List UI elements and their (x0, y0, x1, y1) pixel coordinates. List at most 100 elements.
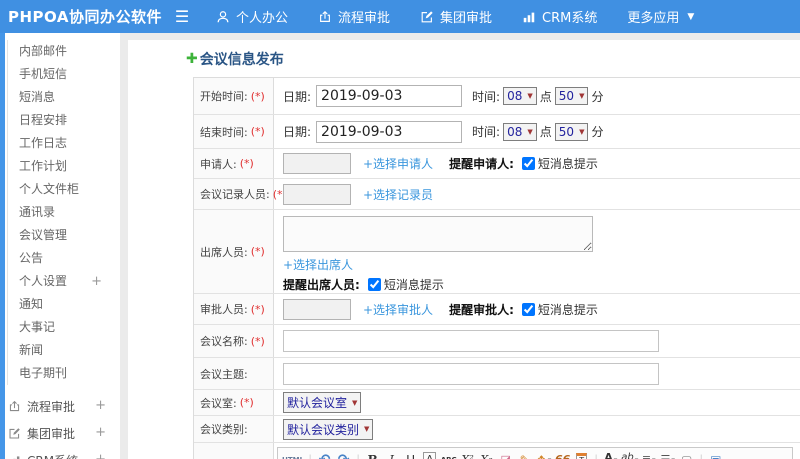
remind-approver-label: 提醒审批人: (449, 302, 514, 317)
strikethrough-icon[interactable]: ABC (440, 451, 457, 459)
form-row-meeting-content: HTML | ↶ ↷ | B I U A ABC X² X₂ ◪ ✎ (194, 443, 800, 459)
meeting-name-input[interactable] (283, 330, 659, 352)
hour-unit: 点 (539, 89, 552, 104)
sidebar-item-e-journal[interactable]: 电子期刊 (8, 362, 120, 385)
unordered-list-icon[interactable]: ☰▾ (659, 451, 676, 459)
nav-item-group-approval[interactable]: 集团审批 (420, 7, 492, 26)
sms-remind-checkbox[interactable] (521, 302, 535, 316)
user-icon (216, 10, 230, 24)
recorder-input[interactable] (283, 183, 351, 205)
sidebar-item-short-message[interactable]: 短消息 (8, 86, 120, 109)
sidebar-item-announcement[interactable]: 公告 (8, 247, 120, 270)
end-hour-select[interactable]: 08 ▼ (503, 122, 537, 141)
sidebar-item-schedule[interactable]: 日程安排 (8, 109, 120, 132)
start-minute-select[interactable]: 50 ▼ (554, 87, 589, 105)
sms-remind-checkbox[interactable] (367, 278, 381, 291)
field-label: 出席人员: (*) (194, 210, 274, 293)
sidebar-item-work-plan[interactable]: 工作计划 (8, 155, 120, 178)
field-label: 会议名称: (*) (194, 325, 274, 357)
expand-plus-icon[interactable]: + (95, 398, 106, 413)
bar-chart-icon (8, 454, 21, 459)
undo-icon[interactable]: ↶ (316, 451, 333, 459)
sidebar-item-notice[interactable]: 通知 (8, 293, 120, 316)
caret-down-icon: ▼ (687, 11, 695, 22)
end-minute-select[interactable]: 50 ▼ (554, 122, 589, 141)
select-attendees-link[interactable]: +选择出席人 (283, 256, 353, 273)
nav-item-process-approval[interactable]: 流程审批 (318, 7, 390, 26)
caret-down-icon: ▾ (671, 456, 675, 459)
sidebar-item-contacts[interactable]: 通讯录 (8, 201, 120, 224)
expand-plus-icon[interactable]: + (95, 425, 106, 440)
green-plus-icon: ✚ (186, 51, 198, 67)
sidebar-section-crm[interactable]: CRM系统 + (0, 447, 120, 459)
date-label: 日期: (283, 125, 312, 139)
remind-attendees-label: 提醒出席人员: (283, 278, 360, 292)
ordered-list-icon[interactable]: ≣▾ (640, 451, 657, 459)
start-hour-select[interactable]: 08 ▼ (503, 87, 537, 105)
sidebar-section-group-approval[interactable]: 集团审批 + (0, 420, 120, 447)
meeting-subject-input[interactable] (283, 362, 659, 385)
toolbar-separator: | (699, 453, 703, 459)
nav-item-more-apps[interactable]: 更多应用 ▼ (627, 7, 694, 26)
meeting-category-select[interactable]: 默认会议类别 ▼ (283, 418, 374, 440)
edit-square-icon (420, 10, 434, 24)
redo-icon[interactable]: ↷ (335, 451, 352, 459)
remove-format-icon[interactable]: ◪ (497, 451, 514, 459)
sidebar-section-process-approval[interactable]: 流程审批 + (0, 393, 120, 420)
select-applicant-link[interactable]: +选择申请人 (363, 155, 433, 172)
nav-item-personal-office[interactable]: 个人办公 (216, 7, 288, 26)
font-style-icon[interactable]: A (421, 451, 438, 459)
field-label: 开始时间: (*) (194, 78, 274, 114)
meeting-room-select[interactable]: 默认会议室 ▼ (283, 392, 362, 413)
source-code-icon[interactable]: HTML (282, 451, 304, 459)
expand-plus-icon[interactable]: + (91, 270, 102, 293)
sidebar-item-work-log[interactable]: 工作日志 (8, 132, 120, 155)
format-brush-icon[interactable]: ✎ (516, 451, 533, 459)
sidebar-item-personal-settings[interactable]: 个人设置 + (8, 270, 120, 293)
fill-color-icon[interactable]: ❖▾ (535, 451, 552, 459)
form-row-meeting-subject: 会议主题: (194, 358, 800, 390)
process-approval-icon (318, 10, 332, 24)
start-date-input[interactable] (316, 85, 463, 107)
subscript-icon[interactable]: X₂ (478, 451, 495, 459)
form-row-end-time: 结束时间:(*) 日期: 时间: 08▼ 点 50▼ 分 (194, 115, 800, 149)
hamburger-menu-icon[interactable]: ☰ (164, 7, 200, 26)
sidebar-item-meeting-management[interactable]: 会议管理 (8, 224, 120, 247)
select-approver-link[interactable]: +选择审批人 (363, 301, 433, 318)
sidebar-item-mobile-sms[interactable]: 手机短信 (8, 63, 120, 86)
required-mark: (*) (250, 334, 265, 348)
fullscreen-icon[interactable]: ▣ (707, 451, 724, 459)
expand-plus-icon[interactable]: + (95, 452, 106, 459)
applicant-input[interactable] (283, 153, 351, 174)
end-date-input[interactable] (316, 120, 463, 143)
bold-icon[interactable]: B (364, 451, 381, 459)
sms-remind-checkbox[interactable] (521, 157, 535, 170)
blockquote-icon[interactable]: 66 (554, 451, 571, 459)
select-recorder-link[interactable]: +选择记录员 (363, 186, 433, 203)
top-nav: 个人办公 流程审批 集团审批 CRM系统 更多应用 ▼ (216, 7, 724, 26)
caret-down-icon: ▼ (527, 92, 533, 100)
italic-icon[interactable]: I (383, 451, 400, 459)
required-mark: (*) (250, 302, 265, 316)
nav-label: 个人办公 (236, 11, 289, 26)
attendees-textarea[interactable] (283, 216, 593, 252)
toolbar-separator: | (356, 453, 360, 459)
form-row-meeting-category: 会议类别: 默认会议类别 ▼ (194, 416, 800, 443)
nav-item-crm[interactable]: CRM系统 (522, 7, 597, 26)
nav-label: 更多应用 (627, 11, 680, 26)
highlight-icon[interactable]: ab▾ (621, 451, 638, 459)
underline-icon[interactable]: U (402, 451, 419, 459)
superscript-icon[interactable]: X² (459, 451, 476, 459)
approver-input[interactable] (283, 298, 351, 320)
sidebar-item-news[interactable]: 新闻 (8, 339, 120, 362)
meeting-form: 开始时间:(*) 日期: 时间: 08▼ 点 50▼ 分 结束时间:(*) 日期… (193, 77, 800, 459)
font-color-icon[interactable]: A▾ (602, 451, 619, 459)
new-page-icon[interactable]: ▢ (678, 451, 695, 459)
insert-date-icon[interactable]: T (573, 451, 590, 459)
richtext-toolbar: HTML | ↶ ↷ | B I U A ABC X² X₂ ◪ ✎ (277, 447, 793, 459)
remind-applicant-label: 提醒申请人: (449, 157, 514, 171)
sidebar-item-file-cabinet[interactable]: 个人文件柜 (8, 178, 120, 201)
sidebar-item-internal-mail[interactable]: 内部邮件 (8, 40, 120, 63)
sidebar: 内部邮件 手机短信 短消息 日程安排 工作日志 工作计划 个人文件柜 通讯录 会… (0, 33, 120, 459)
sidebar-item-major-events[interactable]: 大事记 (8, 316, 120, 339)
